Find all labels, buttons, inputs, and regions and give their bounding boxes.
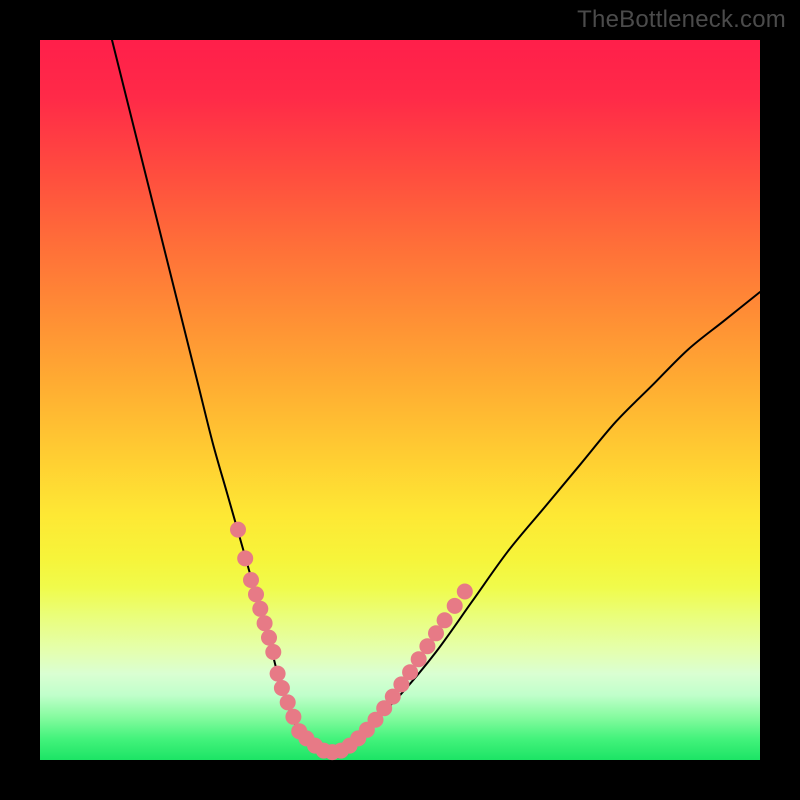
curve-marker bbox=[252, 601, 268, 617]
bottleneck-curve bbox=[112, 40, 760, 753]
curve-marker bbox=[280, 694, 296, 710]
curve-marker bbox=[285, 709, 301, 725]
curve-marker bbox=[265, 644, 281, 660]
curve-marker bbox=[257, 615, 273, 631]
curve-marker bbox=[274, 680, 290, 696]
curve-marker bbox=[411, 651, 427, 667]
curve-marker bbox=[237, 550, 253, 566]
watermark-text: TheBottleneck.com bbox=[577, 6, 786, 34]
curve-marker bbox=[270, 666, 286, 682]
curve-markers bbox=[230, 522, 473, 761]
curve-svg bbox=[40, 40, 760, 760]
curve-marker bbox=[243, 572, 259, 588]
curve-marker bbox=[457, 584, 473, 600]
curve-marker bbox=[261, 630, 277, 646]
plot-area bbox=[40, 40, 760, 760]
curve-marker bbox=[230, 522, 246, 538]
curve-marker bbox=[437, 612, 453, 628]
chart-frame: TheBottleneck.com bbox=[0, 0, 800, 800]
curve-marker bbox=[248, 586, 264, 602]
curve-marker bbox=[447, 598, 463, 614]
